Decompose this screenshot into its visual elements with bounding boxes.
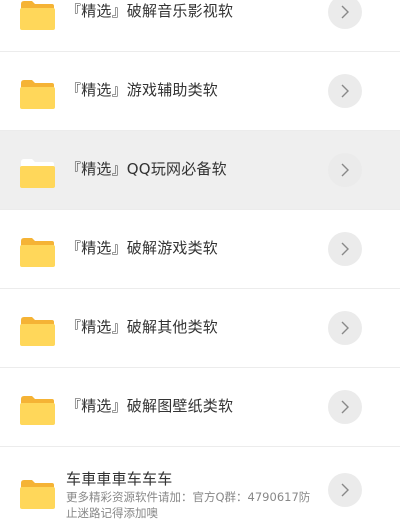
folder-icon [19, 79, 55, 109]
list-item[interactable]: 『精选』破解其他类软 [0, 289, 400, 368]
open-button[interactable] [328, 74, 362, 108]
list-item-title: 『精选』破解图壁纸类软 [66, 397, 234, 415]
folder-icon [19, 316, 55, 346]
list-item[interactable]: 『精选』破解图壁纸类软 [0, 368, 400, 447]
list-item-title: 『精选』游戏辅助类软 [66, 81, 219, 99]
chevron-right-icon [341, 400, 349, 414]
list-item[interactable]: 『精选』游戏辅助类软 [0, 52, 400, 131]
open-button[interactable] [328, 153, 362, 187]
list-item-title: 车車車車车车车 [66, 470, 173, 488]
chevron-right-icon [341, 84, 349, 98]
chevron-right-icon [341, 163, 349, 177]
chevron-right-icon [341, 5, 349, 19]
open-button[interactable] [328, 390, 362, 424]
list-item[interactable]: 『精选』破解游戏类软 [0, 210, 400, 289]
open-button[interactable] [328, 311, 362, 345]
open-button[interactable] [328, 232, 362, 266]
list-item-subtitle: 更多精彩资源软件请加：官方Q群：4790617防止迷路记得添加噢 [66, 490, 311, 520]
list-item-title: 『精选』破解音乐影视软 [66, 2, 234, 20]
chevron-right-icon [341, 242, 349, 256]
list-item-title: 『精选』破解游戏类软 [66, 239, 219, 257]
list-item[interactable]: 『精选』QQ玩网必备软 [0, 131, 400, 210]
chevron-right-icon [341, 321, 349, 335]
chevron-right-icon [341, 483, 349, 497]
folder-icon [19, 395, 55, 425]
folder-icon [19, 158, 55, 188]
list-item-title: 『精选』破解其他类软 [66, 318, 219, 336]
open-button[interactable] [328, 0, 362, 29]
folder-icon [19, 237, 55, 267]
list-item[interactable]: 车車車車车车车 更多精彩资源软件请加：官方Q群：4790617防止迷路记得添加噢 [0, 447, 400, 521]
folder-icon [19, 479, 55, 509]
list-item[interactable]: 『精选』破解音乐影视软 [0, 0, 400, 52]
list-item-title: 『精选』QQ玩网必备软 [66, 160, 227, 178]
category-list: 『精选』破解音乐影视软 『精选』游戏辅助类软 『精选』QQ玩网必备软 『精选』破… [0, 0, 400, 521]
folder-icon [19, 0, 55, 30]
open-button[interactable] [328, 473, 362, 507]
